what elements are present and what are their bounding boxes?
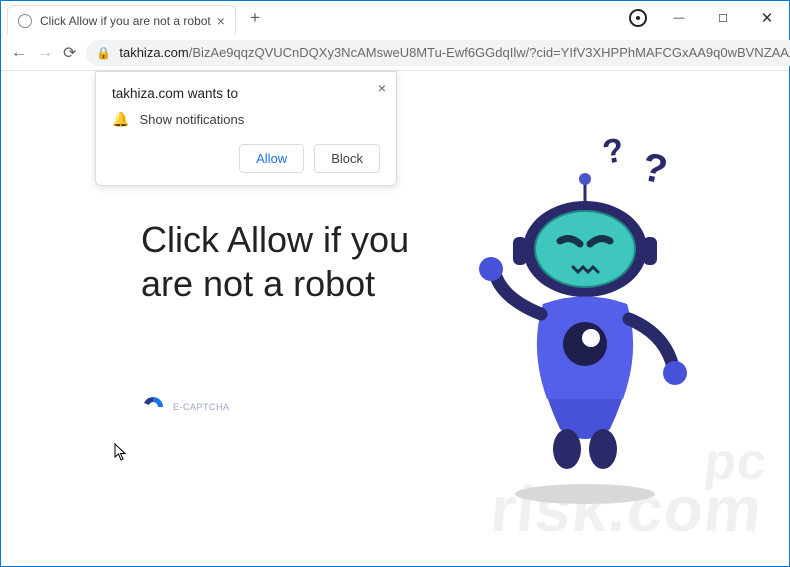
url-text: takhiza.com/BizAe9qqzQVUCnDQXy3NcAMsweU8… [119,45,790,60]
window-maximize-button[interactable]: ☐ [701,3,745,33]
ecaptcha-badge: E-CAPTCHA [141,395,421,419]
svg-text:?: ? [600,130,627,171]
browser-tab[interactable]: Click Allow if you are not a robot × [7,5,236,35]
window-titlebar: Click Allow if you are not a robot × + —… [1,1,789,35]
forward-button[interactable]: → [37,44,53,62]
reload-button[interactable]: ⟳ [63,43,76,63]
address-bar: ← → ⟳ 🔒 takhiza.com/BizAe9qqzQVUCnDQXy3N… [1,35,789,71]
back-button[interactable]: ← [11,44,27,62]
tab-title: Click Allow if you are not a robot [40,14,211,28]
ecaptcha-logo-icon [141,395,165,419]
window-minimize-button[interactable]: — [657,3,701,33]
window-close-button[interactable]: ✕ [745,3,789,33]
popup-permission-row: 🔔 Show notifications [112,111,380,128]
url-field[interactable]: 🔒 takhiza.com/BizAe9qqzQVUCnDQXy3NcAMswe… [86,40,790,66]
page-headline: Click Allow if you are not a robot [141,218,421,304]
page-content: × takhiza.com wants to 🔔 Show notificati… [1,71,789,566]
permission-popup: × takhiza.com wants to 🔔 Show notificati… [95,71,397,186]
svg-text:?: ? [638,144,671,192]
lock-icon[interactable]: 🔒 [96,46,111,60]
allow-button[interactable]: Allow [239,144,304,173]
ecaptcha-label: E-CAPTCHA [173,402,230,412]
block-button[interactable]: Block [314,144,380,173]
popup-permission-label: Show notifications [139,112,244,127]
popup-close-icon[interactable]: × [378,80,386,96]
popup-title: takhiza.com wants to [112,86,380,101]
new-tab-button[interactable]: + [242,5,268,31]
tab-favicon [18,14,32,28]
robot-illustration: ? ? [421,129,749,509]
tab-close-icon[interactable]: × [217,13,225,29]
bell-icon: 🔔 [112,111,129,128]
user-indicator-icon[interactable] [629,9,647,27]
